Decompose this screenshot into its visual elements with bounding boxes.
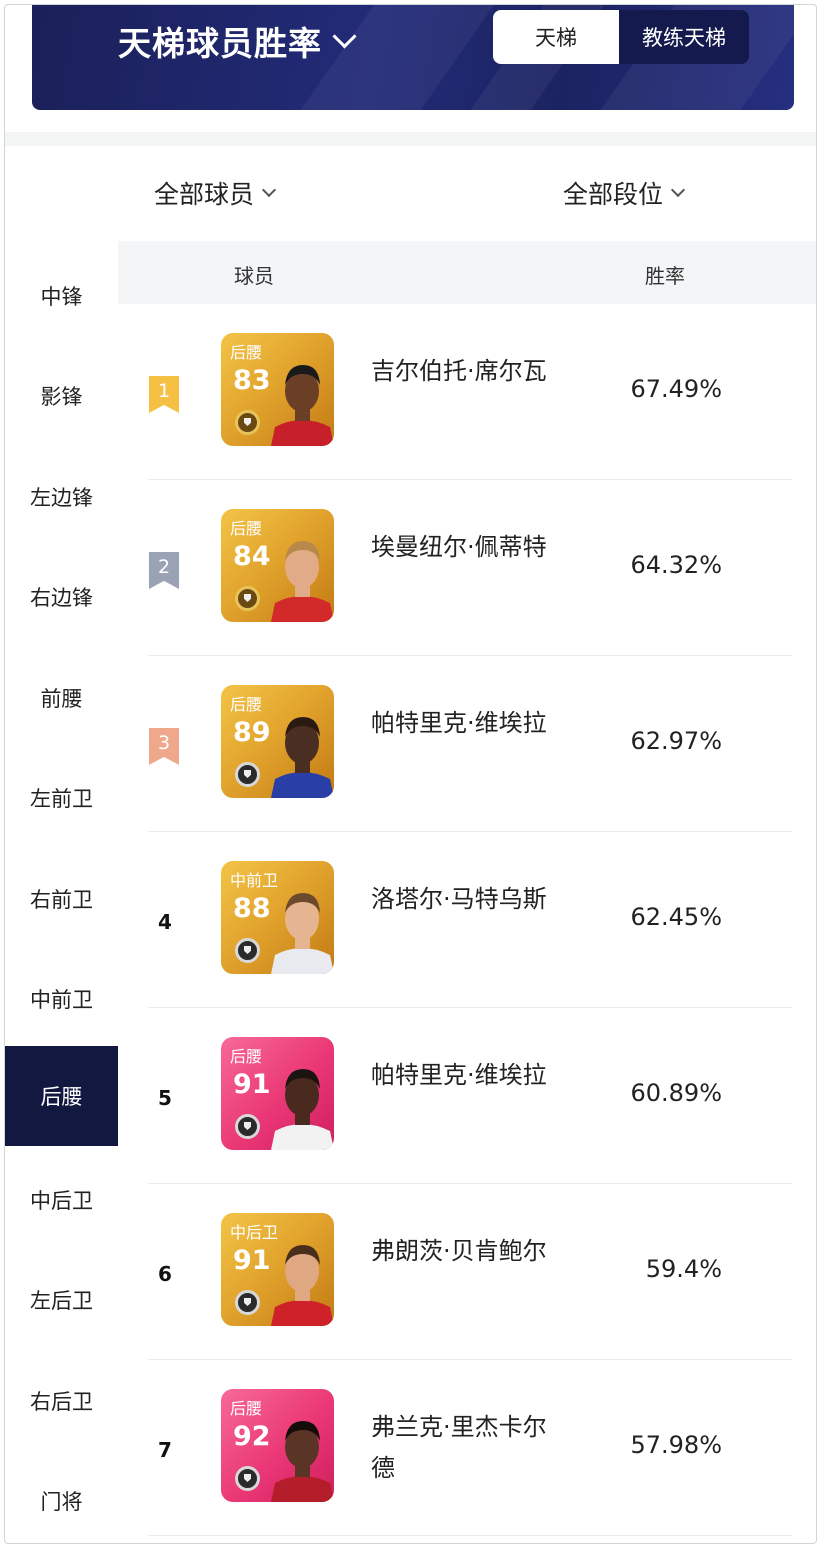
table-row[interactable]: 3 3 后腰 89 帕特里克·维埃拉 62.97% — [118, 656, 816, 832]
tier-filter-label: 全部段位 — [563, 180, 664, 209]
badge-icon — [235, 1114, 260, 1139]
rank-ribbon: 2 — [149, 552, 179, 589]
row-divider — [148, 1535, 792, 1536]
player-card: 后腰 83 — [221, 333, 334, 446]
badge-icon — [235, 762, 260, 787]
player-card: 后腰 92 — [221, 1389, 334, 1502]
sidebar-item-rmf[interactable]: 右前卫 — [5, 849, 118, 949]
sidebar-item-rb[interactable]: 右后卫 — [5, 1351, 118, 1451]
player-card: 后腰 84 — [221, 509, 334, 622]
player-name: 洛塔尔·马特乌斯 — [371, 885, 547, 913]
page-title-dropdown[interactable]: 天梯球员胜率 — [118, 17, 357, 65]
player-name: 帕特里克·维埃拉 — [371, 1061, 547, 1089]
table-row[interactable]: 6 6 中后卫 91 弗朗茨·贝肯鲍尔 59.4% — [118, 1184, 816, 1360]
player-card: 中前卫 88 — [221, 861, 334, 974]
rank-ribbon: 3 — [149, 728, 179, 765]
player-portrait — [271, 365, 334, 446]
table-row[interactable]: 7 7 后腰 92 弗兰克·里杰卡尔德 57.98% — [118, 1360, 816, 1536]
badge-icon — [235, 586, 260, 611]
player-filter-label: 全部球员 — [154, 180, 255, 209]
win-rate: 62.45% — [630, 903, 722, 931]
badge-icon — [235, 1466, 260, 1491]
mode-switch: 天梯 教练天梯 — [493, 10, 749, 64]
card-rating: 91 — [233, 1245, 271, 1276]
sidebar-item-cmf[interactable]: 中前卫 — [5, 949, 118, 1049]
badge-icon — [235, 1290, 260, 1315]
win-rate: 64.32% — [630, 551, 722, 579]
rank-number: 7 — [158, 1438, 172, 1462]
table-header: 球员 胜率 — [118, 241, 816, 304]
column-header-win-rate[interactable]: 胜率 — [645, 260, 685, 289]
card-position: 后腰 — [230, 1399, 263, 1418]
chevron-down-icon — [261, 182, 277, 198]
win-rate: 62.97% — [630, 727, 722, 755]
sidebar-item-rwf[interactable]: 右边锋 — [5, 547, 118, 647]
page-title: 天梯球员胜率 — [118, 24, 322, 63]
card-position: 中前卫 — [230, 871, 279, 890]
player-portrait — [271, 1245, 334, 1326]
player-portrait — [271, 1069, 334, 1150]
sidebar-item-ss[interactable]: 影锋 — [5, 346, 118, 446]
win-rate: 60.89% — [630, 1079, 722, 1107]
chevron-down-icon — [670, 182, 686, 198]
sidebar-item-cf[interactable]: 中锋 — [5, 246, 118, 346]
sidebar-item-amf[interactable]: 前腰 — [5, 648, 118, 748]
player-name: 帕特里克·维埃拉 — [371, 709, 547, 737]
player-name: 吉尔伯托·席尔瓦 — [371, 357, 547, 385]
player-portrait — [271, 893, 334, 974]
player-card: 中后卫 91 — [221, 1213, 334, 1326]
column-header-player: 球员 — [234, 264, 274, 288]
card-rating: 84 — [233, 541, 271, 572]
sidebar-item-cb[interactable]: 中后卫 — [5, 1150, 118, 1250]
player-portrait — [271, 1421, 334, 1502]
header-banner: 天梯球员胜率 天梯 教练天梯 — [32, 5, 794, 110]
card-rating: 91 — [233, 1069, 271, 1100]
rank-ribbon: 1 — [149, 376, 179, 413]
section-divider — [5, 132, 816, 146]
player-card: 后腰 89 — [221, 685, 334, 798]
table-row[interactable]: 5 5 后腰 91 帕特里克·维埃拉 60.89% — [118, 1008, 816, 1184]
player-name: 弗兰克·里杰卡尔德 — [371, 1413, 547, 1482]
win-rate: 67.49% — [630, 375, 722, 403]
badge-icon — [235, 938, 260, 963]
tab-coach-ladder[interactable]: 教练天梯 — [619, 10, 749, 64]
card-rating: 92 — [233, 1421, 271, 1452]
player-name: 埃曼纽尔·佩蒂特 — [371, 533, 547, 561]
rank-number: 6 — [158, 1262, 172, 1286]
player-portrait — [271, 541, 334, 622]
card-position: 后腰 — [230, 519, 263, 538]
tab-ladder[interactable]: 天梯 — [493, 10, 619, 64]
card-position: 后腰 — [230, 343, 263, 362]
player-name: 弗朗茨·贝肯鲍尔 — [371, 1237, 547, 1265]
rank-number: 5 — [158, 1086, 172, 1110]
sidebar-item-lb[interactable]: 左后卫 — [5, 1250, 118, 1350]
table-row[interactable]: 2 2 后腰 84 埃曼纽尔·佩蒂特 64.32% — [118, 480, 816, 656]
sidebar-item-dmf[interactable]: 后腰 — [5, 1046, 118, 1146]
player-card: 后腰 91 — [221, 1037, 334, 1150]
table-row[interactable]: 1 1 后腰 83 吉尔伯托·席尔瓦 67.49% — [118, 304, 816, 480]
win-rate: 59.4% — [645, 1255, 722, 1283]
chevron-down-icon — [332, 23, 357, 49]
card-rating: 89 — [233, 717, 271, 748]
sidebar-item-lwf[interactable]: 左边锋 — [5, 447, 118, 547]
card-position: 后腰 — [230, 695, 263, 714]
card-rating: 88 — [233, 893, 271, 924]
player-portrait — [271, 717, 334, 798]
card-position: 后腰 — [230, 1047, 263, 1066]
sidebar-item-gk[interactable]: 门将 — [5, 1451, 118, 1543]
player-filter-dropdown[interactable]: 全部球员 — [154, 175, 277, 211]
app-frame: 天梯球员胜率 天梯 教练天梯 全部球员 全部段位 中锋 影锋 左边锋 右边锋 前… — [4, 4, 817, 1544]
win-rate: 57.98% — [630, 1431, 722, 1459]
sidebar-item-lmf[interactable]: 左前卫 — [5, 748, 118, 848]
card-position: 中后卫 — [230, 1223, 279, 1242]
card-rating: 83 — [233, 365, 271, 396]
position-sidebar: 中锋 影锋 左边锋 右边锋 前腰 左前卫 右前卫 中前卫 后腰 中后卫 左后卫 … — [5, 241, 118, 1543]
tier-filter-dropdown[interactable]: 全部段位 — [563, 175, 686, 211]
table-row[interactable]: 4 4 中前卫 88 洛塔尔·马特乌斯 62.45% — [118, 832, 816, 1008]
rank-number: 4 — [158, 910, 172, 934]
badge-icon — [235, 410, 260, 435]
